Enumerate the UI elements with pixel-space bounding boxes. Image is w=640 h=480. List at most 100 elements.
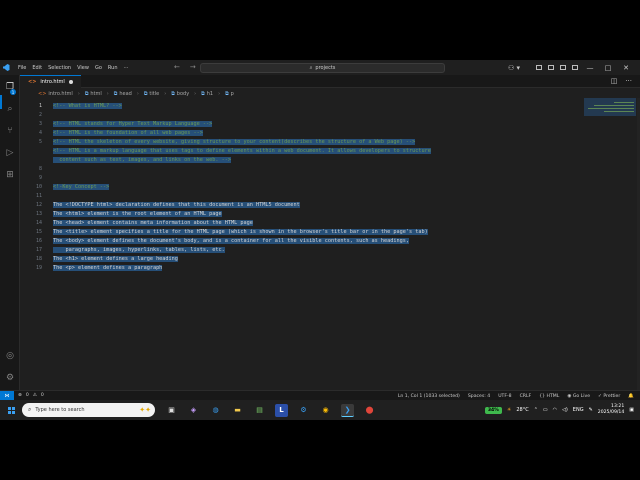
tab-bar: <> intro.html ◫ ··· <box>20 75 640 88</box>
line-number: 11 <box>35 193 42 199</box>
menu-selection[interactable]: Selection <box>48 65 71 71</box>
go-live-button[interactable]: ◉ Go Live <box>567 394 590 399</box>
forward-arrow-icon[interactable]: → <box>190 63 196 71</box>
breadcrumb-item[interactable]: title <box>149 91 159 97</box>
line-number: 3 <box>38 121 42 127</box>
store-icon[interactable]: ▤ <box>253 404 266 417</box>
chevron-right-icon: › <box>136 90 139 97</box>
notifications-bell-icon[interactable]: 🔔 <box>628 394 634 399</box>
cursor-position[interactable]: Ln 1, Col 1 (1033 selected) <box>398 394 460 399</box>
weather-temp[interactable]: 28°C <box>516 407 528 413</box>
minimap-selection[interactable] <box>584 98 636 116</box>
chevron-right-icon: › <box>77 90 80 97</box>
prettier-button[interactable]: ✓ Prettier <box>598 394 620 399</box>
battery-indicator[interactable]: 34% <box>484 406 502 414</box>
selected-text: content such as text, images, and links … <box>53 157 232 163</box>
indentation[interactable]: Spaces: 4 <box>468 394 490 399</box>
show-hidden-icons-icon[interactable]: ⌃ <box>534 407 538 413</box>
tab-intro-html[interactable]: <> intro.html <box>20 75 81 88</box>
error-count: 0 <box>25 393 29 398</box>
breadcrumb-item[interactable]: h1 <box>207 91 213 97</box>
language-label: HTML <box>546 393 560 399</box>
settings-app-icon[interactable]: ⚙ <box>297 404 310 417</box>
code-line: The <p> element defines a paragraph <box>53 264 163 273</box>
code-line: The <h1> element defines a large heading <box>53 255 178 264</box>
line-number <box>20 156 42 165</box>
chrome-icon[interactable]: ◉ <box>319 404 332 417</box>
breadcrumb-item[interactable]: body <box>177 91 189 97</box>
toggle-secondary-sidebar-icon[interactable] <box>560 65 566 70</box>
language-indicator[interactable]: ENG <box>573 407 584 413</box>
search-icon[interactable]: ⌕ <box>4 103 16 115</box>
source-control-icon[interactable]: ⑂ <box>4 125 16 137</box>
breadcrumb-item[interactable]: intro.html <box>48 91 72 97</box>
search-icon: ⌕ <box>28 406 32 413</box>
menu-view[interactable]: View <box>77 65 89 71</box>
app-l-icon[interactable]: L <box>275 403 288 417</box>
encoding[interactable]: UTF-8 <box>498 394 511 399</box>
start-button[interactable] <box>4 400 18 420</box>
minimize-button[interactable]: — <box>584 64 596 72</box>
remote-icon[interactable]: ⋈ <box>0 390 14 401</box>
end-of-line[interactable]: CRLF <box>520 394 532 399</box>
code-line: The <!DOCTYPE html> declaration defines … <box>53 201 300 210</box>
language-mode[interactable]: {} HTML <box>539 394 559 399</box>
taskbar-search[interactable]: ⌕ Type here to search ✦✦ <box>22 403 155 417</box>
volume-icon[interactable]: ◁) <box>562 407 568 413</box>
network-icon[interactable]: ▭ <box>543 407 548 413</box>
line-number: 10 <box>35 184 42 190</box>
selected-text: The <p> element defines a paragraph <box>53 265 163 271</box>
line-number: 8 <box>38 166 42 172</box>
menu-edit[interactable]: Edit <box>32 65 42 71</box>
account-icon[interactable]: ◎ <box>4 350 16 362</box>
code-editor[interactable]: 1 2 3 4 5 8 9 10 11 12 13 14 15 16 17 18 19 <!-- What is… <box>20 98 640 396</box>
close-button[interactable]: ✕ <box>620 64 632 72</box>
code-line: The <html> element is the root element o… <box>53 210 222 219</box>
settings-gear-icon[interactable]: ⚙ <box>4 372 16 384</box>
error-icon: ⊗ <box>18 393 22 398</box>
selected-text: <!-- HTML stands for Hyper Text Markup L… <box>53 121 213 127</box>
menu-more[interactable]: ··· <box>124 65 129 71</box>
element-icon: ⧉ <box>143 90 148 97</box>
notification-center-icon[interactable]: ▣ <box>629 407 634 413</box>
taskbar-apps: ▣ ◈ ◍ ▬ ▤ L ⚙ ◉ ❯ ⬤ <box>165 403 376 417</box>
vscode-taskbar-icon[interactable]: ❯ <box>341 403 354 417</box>
warning-icon: ⚠ <box>32 393 37 398</box>
file-explorer-icon[interactable]: ▬ <box>231 404 244 417</box>
copilot-icon[interactable]: ⚇ ▾ <box>508 64 520 72</box>
customize-layout-icon[interactable] <box>572 65 578 70</box>
menu-file[interactable]: File <box>18 65 26 71</box>
code-line: <!-- HTML is a markup language that uses… <box>53 147 431 156</box>
chevron-right-icon: › <box>218 90 221 97</box>
breadcrumb-item[interactable]: head <box>119 91 131 97</box>
split-editor-icon[interactable]: ◫ <box>611 77 618 85</box>
menu-run[interactable]: Run <box>108 65 118 71</box>
pen-icon[interactable]: ✎ <box>589 407 593 413</box>
toggle-panel-icon[interactable] <box>548 65 554 70</box>
breadcrumb-item[interactable]: html <box>90 91 101 97</box>
recorder-icon[interactable]: ⬤ <box>363 404 376 417</box>
code-line: The <head> element contains meta informa… <box>53 219 253 228</box>
code-line: <!-- HTML stands for Hyper Text Markup L… <box>53 120 213 129</box>
maximize-button[interactable]: □ <box>602 64 614 72</box>
task-view-icon[interactable]: ▣ <box>165 404 178 417</box>
menu-go[interactable]: Go <box>95 65 102 71</box>
command-center[interactable]: ⌕ projects <box>200 63 445 73</box>
line-number: 4 <box>38 130 42 136</box>
edge-icon[interactable]: ◍ <box>209 404 222 417</box>
problems-indicator[interactable]: ⊗ 0 ⚠ 0 <box>18 393 44 398</box>
clock[interactable]: 13:21 2025/09/14 <box>598 404 624 416</box>
unsaved-dot-icon[interactable] <box>68 80 73 84</box>
back-arrow-icon[interactable]: ← <box>174 63 180 71</box>
code-line: <!-- HTML the skeleton of every website,… <box>53 138 416 147</box>
copilot-app-icon[interactable]: ◈ <box>187 404 200 417</box>
line-number: 5 <box>38 139 42 145</box>
menu-bar: File Edit Selection View Go Run ··· <box>18 65 128 71</box>
run-debug-icon[interactable]: ▷ <box>4 147 16 159</box>
wifi-icon[interactable]: ◠ <box>553 407 557 413</box>
more-actions-icon[interactable]: ··· <box>625 77 632 85</box>
breadcrumb-item[interactable]: p <box>231 91 234 97</box>
minimap-line <box>588 108 634 109</box>
extensions-icon[interactable]: ⊞ <box>4 169 16 181</box>
toggle-primary-sidebar-icon[interactable] <box>536 65 542 70</box>
